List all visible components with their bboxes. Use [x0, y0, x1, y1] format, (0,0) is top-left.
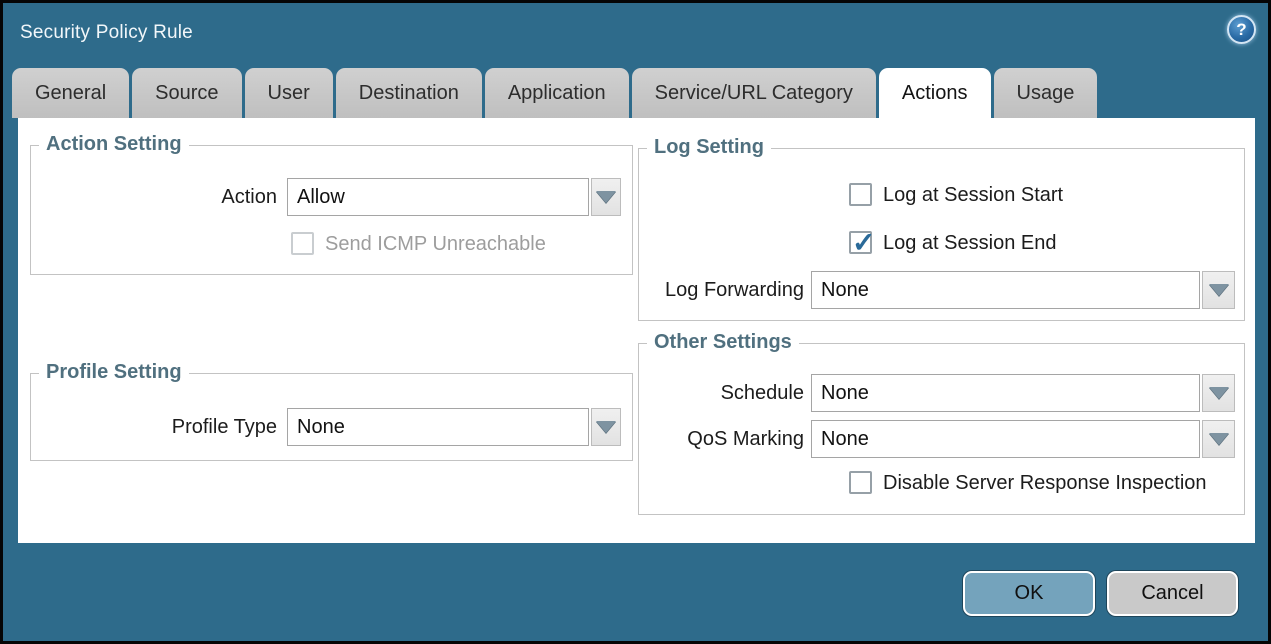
tab-source[interactable]: Source — [132, 68, 241, 118]
action-dropdown[interactable]: Allow — [287, 178, 621, 216]
qos-marking-dropdown[interactable]: None — [811, 420, 1235, 458]
action-setting-legend: Action Setting — [39, 133, 189, 156]
log-session-end-checkbox[interactable] — [849, 231, 872, 254]
log-forwarding-dropdown-value[interactable]: None — [811, 271, 1200, 309]
action-setting-group: Action Setting Action Allow Send ICMP Un… — [30, 145, 633, 275]
qos-marking-dropdown-button[interactable] — [1202, 420, 1235, 458]
tab-general[interactable]: General — [12, 68, 129, 118]
send-icmp-unreachable-checkbox — [291, 232, 314, 255]
ok-button[interactable]: OK — [963, 571, 1095, 616]
chevron-down-icon — [1209, 387, 1229, 399]
chevron-down-icon — [596, 191, 616, 203]
profile-type-label: Profile Type — [31, 408, 277, 446]
other-settings-group: Other Settings Schedule None QoS Marking… — [638, 343, 1245, 515]
profile-type-dropdown-button[interactable] — [591, 408, 621, 446]
send-icmp-unreachable-label: Send ICMP Unreachable — [325, 231, 546, 257]
tab-usage[interactable]: Usage — [994, 68, 1098, 118]
disable-server-response-inspection-checkbox[interactable] — [849, 471, 872, 494]
schedule-dropdown-button[interactable] — [1202, 374, 1235, 412]
tab-application[interactable]: Application — [485, 68, 629, 118]
chevron-down-icon — [596, 421, 616, 433]
disable-server-response-inspection-label: Disable Server Response Inspection — [883, 470, 1207, 496]
security-policy-rule-dialog: Security Policy Rule ? General Source Us… — [0, 0, 1271, 644]
schedule-dropdown[interactable]: None — [811, 374, 1235, 412]
action-dropdown-value[interactable]: Allow — [287, 178, 589, 216]
log-setting-legend: Log Setting — [647, 136, 771, 159]
help-icon[interactable]: ? — [1227, 15, 1256, 44]
cancel-button[interactable]: Cancel — [1107, 571, 1238, 616]
tab-service-url-category[interactable]: Service/URL Category — [632, 68, 876, 118]
log-forwarding-label: Log Forwarding — [639, 271, 804, 309]
tab-user[interactable]: User — [245, 68, 333, 118]
log-session-end-label: Log at Session End — [883, 230, 1056, 256]
log-session-start-label: Log at Session Start — [883, 182, 1063, 208]
schedule-dropdown-value[interactable]: None — [811, 374, 1200, 412]
log-setting-group: Log Setting Log at Session Start Log at … — [638, 148, 1245, 321]
log-forwarding-dropdown[interactable]: None — [811, 271, 1235, 309]
other-settings-legend: Other Settings — [647, 331, 799, 354]
qos-marking-label: QoS Marking — [639, 420, 804, 458]
action-dropdown-button[interactable] — [591, 178, 621, 216]
profile-setting-group: Profile Setting Profile Type None — [30, 373, 633, 461]
profile-type-dropdown-value[interactable]: None — [287, 408, 589, 446]
tab-bar: General Source User Destination Applicat… — [12, 68, 1100, 118]
log-forwarding-dropdown-button[interactable] — [1202, 271, 1235, 309]
dialog-title: Security Policy Rule — [20, 22, 193, 44]
schedule-label: Schedule — [639, 374, 804, 412]
qos-marking-dropdown-value[interactable]: None — [811, 420, 1200, 458]
chevron-down-icon — [1209, 433, 1229, 445]
profile-type-dropdown[interactable]: None — [287, 408, 621, 446]
action-label: Action — [31, 178, 277, 216]
log-session-start-checkbox[interactable] — [849, 183, 872, 206]
tab-destination[interactable]: Destination — [336, 68, 482, 118]
chevron-down-icon — [1209, 284, 1229, 296]
tab-actions[interactable]: Actions — [879, 68, 991, 118]
profile-setting-legend: Profile Setting — [39, 361, 189, 384]
